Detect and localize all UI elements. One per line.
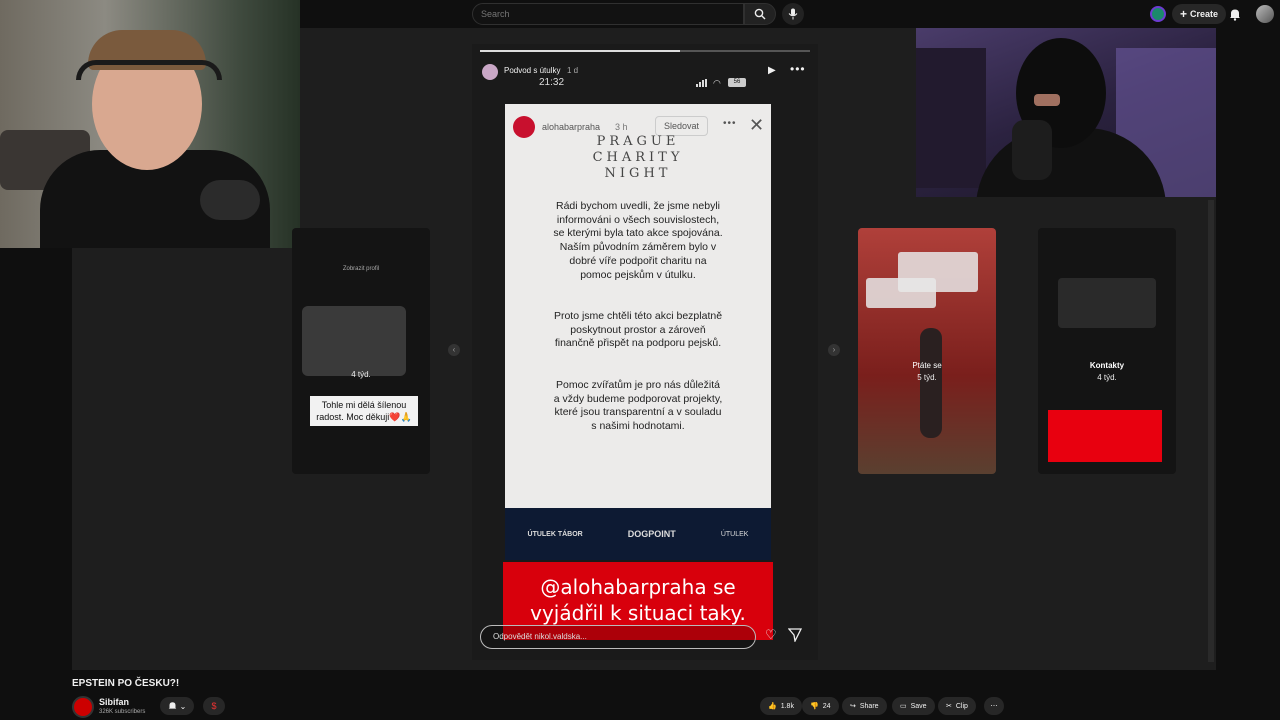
like-button[interactable]: 👍 1.8k — [760, 697, 802, 715]
side-story-right-2-title: Kontakty — [1089, 361, 1125, 370]
subscription-bell-button[interactable]: ⌄ — [160, 697, 194, 715]
thumbs-up-icon: 👍 — [768, 703, 777, 710]
contact-banner — [1048, 410, 1162, 462]
next-story-button[interactable]: › — [828, 344, 840, 356]
facecam-left — [0, 0, 300, 248]
save-label: Save — [910, 702, 927, 710]
story-time: 21:32 — [539, 77, 565, 88]
prev-story-button[interactable]: ‹ — [448, 344, 460, 356]
story-paragraph-2: Proto jsme chtěli této akci bezplatně po… — [553, 310, 723, 350]
partner-logos: ÚTULEK TÁBOR DOGPOINT ÚTULEK — [505, 508, 771, 560]
side-story-right-1-title: Ptáte se — [912, 361, 942, 370]
logo-utulek-tabor: ÚTULEK TÁBOR — [527, 530, 583, 538]
create-button[interactable]: + Create — [1172, 4, 1227, 24]
side-story-right-2-age: 4 týd. — [1097, 373, 1117, 382]
share-icon: ↪ — [850, 703, 856, 710]
play-icon[interactable]: ▶ — [768, 65, 776, 76]
banner-line-2: vyjádřil k situaci taky. — [530, 601, 746, 625]
reply-input[interactable]: Odpovědět nikol.valdska... — [480, 625, 756, 649]
more-actions-button[interactable]: ⋯ — [984, 697, 1004, 715]
heading-line-2: CHARITY — [592, 150, 684, 165]
extension-icon[interactable] — [1150, 6, 1166, 22]
story-avatar[interactable] — [482, 64, 498, 80]
create-label: Create — [1190, 9, 1219, 19]
share-button[interactable]: ↪ Share — [842, 697, 887, 715]
bell-icon — [1230, 9, 1240, 21]
search-input[interactable] — [472, 3, 744, 25]
follow-button[interactable]: Sledovat — [655, 116, 709, 136]
story-header-title[interactable]: Podvod s útulky — [504, 66, 560, 75]
account-avatar[interactable] — [1256, 5, 1274, 23]
send-icon[interactable] — [787, 628, 803, 647]
scrollbar[interactable] — [1208, 200, 1214, 662]
dollar-icon: $ — [211, 701, 217, 711]
search-icon — [754, 8, 766, 20]
chevron-left-icon: ‹ — [452, 345, 456, 354]
heading-line-3: NIGHT — [604, 166, 672, 181]
bell-icon — [168, 702, 176, 709]
plus-icon: + — [1180, 7, 1188, 21]
side-story-right-1-age: 5 týd. — [917, 373, 937, 382]
scissors-icon: ✂ — [946, 703, 952, 710]
side-story-left-age: 4 týd. — [351, 370, 371, 379]
chevron-down-icon: ⌄ — [179, 701, 187, 711]
subscriber-count: 326K subscribers — [99, 709, 146, 715]
story-paragraph-3: Pomoc zvířatům je pro nás důležitá a vžd… — [553, 379, 723, 433]
facecam-right — [916, 28, 1216, 197]
channel-name[interactable]: Sibifan — [99, 697, 129, 707]
side-story-right-2[interactable]: Kontakty 4 týd. — [1038, 228, 1176, 474]
story-progress-bar — [480, 50, 680, 52]
inner-more-icon[interactable]: ••• — [723, 118, 737, 129]
inner-age: 3 h — [615, 122, 628, 132]
dislike-count: 24 — [822, 702, 831, 710]
clip-button[interactable]: ✂ Clip — [938, 697, 976, 715]
logo-dogpoint: DOGPOINT — [627, 529, 676, 539]
search-button[interactable] — [744, 3, 776, 25]
signal-icon — [696, 79, 708, 87]
story-paragraph-1: Rádi bychom uvedli, že jsme nebyli infor… — [553, 200, 723, 281]
save-button[interactable]: ▭ Save — [892, 697, 935, 715]
inner-account-name[interactable]: alohabarpraha — [542, 122, 600, 132]
side-story-left[interactable]: Zobrazit profil 4 týd. Tohle mi dělá šíl… — [292, 228, 430, 474]
share-label: Share — [859, 702, 879, 710]
battery-indicator: 56 — [728, 78, 746, 87]
side-story-right-1[interactable]: Ptáte se 5 týd. — [858, 228, 996, 474]
clip-label: Clip — [955, 702, 968, 710]
side-story-left-label: Zobrazit profil — [342, 266, 380, 272]
banner-line-1: @alohabarpraha se — [540, 575, 736, 599]
video-title: EPSTEIN PO ČESKU?! — [72, 678, 180, 689]
like-count: 1.8k — [780, 702, 794, 710]
microphone-icon — [788, 8, 798, 20]
close-icon[interactable]: ✕ — [749, 116, 769, 136]
join-button[interactable]: $ — [203, 697, 225, 715]
story-heading: PRAGUE CHARITY NIGHT — [505, 134, 771, 182]
heart-icon[interactable]: ♡ — [765, 627, 777, 643]
channel-avatar[interactable] — [72, 696, 94, 718]
story-card: alohabarpraha 3 h Sledovat ••• ✕ PRAGUE … — [505, 104, 771, 508]
logo-utulek: ÚTULEK — [720, 530, 749, 538]
more-options-icon[interactable]: ••• — [790, 62, 806, 76]
heading-line-1: PRAGUE — [596, 134, 680, 149]
thumbs-down-icon: 👎 — [810, 703, 819, 710]
chevron-right-icon: › — [832, 345, 836, 354]
bookmark-icon: ▭ — [900, 703, 907, 710]
notifications-button[interactable] — [1226, 5, 1244, 23]
dislike-button[interactable]: 👎 24 — [802, 697, 839, 715]
story-header-age: 1 d — [567, 66, 579, 75]
wifi-icon: ◠ — [713, 78, 721, 88]
voice-search-button[interactable] — [782, 3, 804, 25]
side-story-left-caption: Tohle mi dělá šílenou radost. Moc děkuji… — [310, 396, 418, 426]
more-horizontal-icon: ⋯ — [990, 703, 998, 710]
